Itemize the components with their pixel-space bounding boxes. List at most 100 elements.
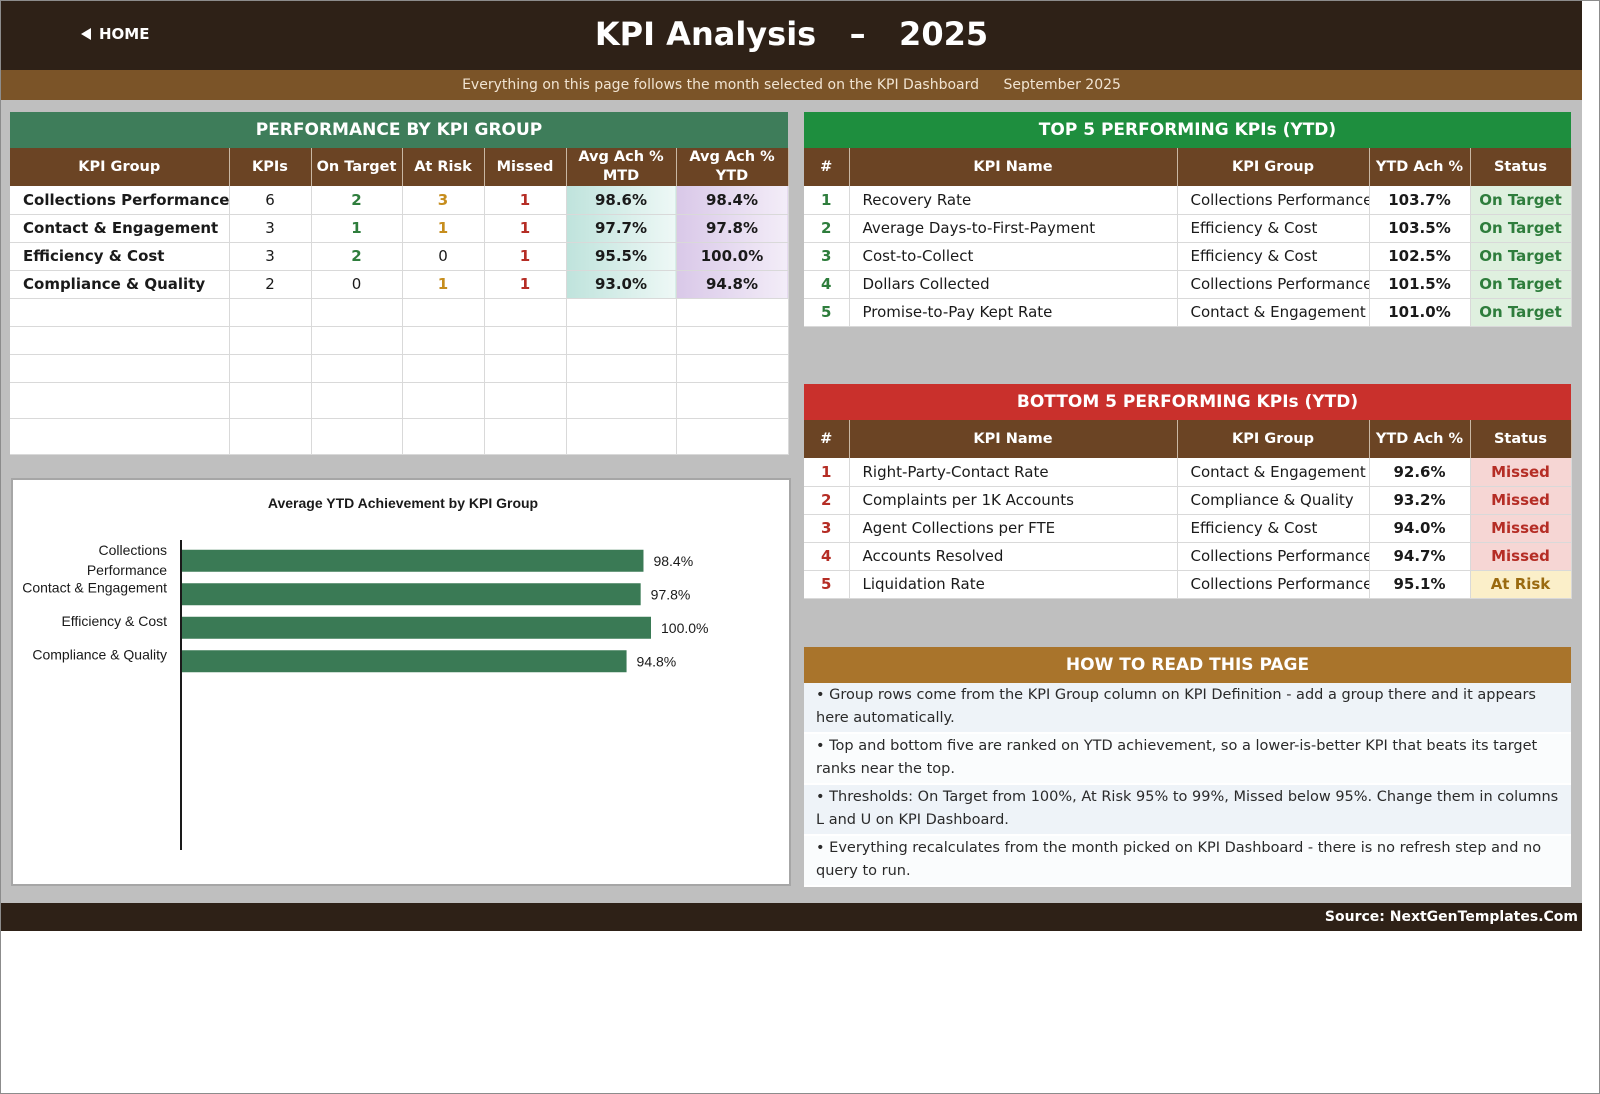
rank-cell: 1 (804, 458, 850, 487)
ytd-ach-cell: 101.5% (1369, 270, 1471, 299)
missed-cell: 1 (484, 270, 567, 299)
page-title: KPI Analysis – 2025 (594, 15, 989, 53)
top5-table: # KPI Name KPI Group YTD Ach % Status 1 … (804, 148, 1572, 327)
group-cell: Efficiency & Cost (10, 242, 230, 271)
kpi-group-cell: Efficiency & Cost (1177, 242, 1370, 271)
ytd-ach-cell: 101.0% (1369, 298, 1471, 327)
kpi-name-cell: Accounts Resolved (849, 542, 1178, 571)
col-header: # (804, 148, 850, 186)
group-cell: Compliance & Quality (10, 270, 230, 299)
col-header: YTD Ach % (1369, 420, 1471, 458)
table-row: 3 Cost-to-Collect Efficiency & Cost 102.… (804, 242, 1572, 271)
mtd-cell: 97.7% (566, 214, 677, 243)
kpis-cell: 3 (229, 242, 312, 271)
bottom5-table: # KPI Name KPI Group YTD Ach % Status 1 … (804, 420, 1572, 599)
sheet-background: HOME KPI Analysis – 2025 Everything on t… (1, 1, 1582, 931)
top5-title: TOP 5 PERFORMING KPIs (YTD) (804, 112, 1571, 148)
bottom5-panel: BOTTOM 5 PERFORMING KPIs (YTD) # KPI Nam… (804, 384, 1572, 599)
performance-table: KPI Group KPIs On Target At Risk Missed … (10, 148, 789, 455)
empty-row (10, 418, 789, 455)
status-badge: On Target (1470, 214, 1572, 243)
col-header: KPI Name (849, 148, 1178, 186)
col-header: KPIs (229, 148, 312, 186)
group-cell: Collections Performance (10, 186, 230, 215)
col-header: KPI Group (10, 148, 230, 186)
on-target-cell: 2 (311, 186, 403, 215)
howto-title: HOW TO READ THIS PAGE (804, 647, 1571, 683)
top5-header-row: # KPI Name KPI Group YTD Ach % Status (804, 148, 1572, 186)
table-row: Efficiency & Cost 3 2 0 1 95.5% 100.0% (10, 242, 789, 271)
ytd-ach-cell: 94.7% (1369, 542, 1471, 571)
kpi-group-cell: Efficiency & Cost (1177, 514, 1370, 543)
performance-title: PERFORMANCE BY KPI GROUP (10, 112, 788, 148)
missed-cell: 1 (484, 242, 567, 271)
status-badge: Missed (1470, 486, 1572, 515)
kpi-group-cell: Compliance & Quality (1177, 486, 1370, 515)
chart-category-label: Collections Performance (87, 542, 167, 578)
rank-cell: 3 (804, 242, 850, 271)
col-header: Status (1470, 148, 1572, 186)
howto-item: • Everything recalculates from the month… (804, 836, 1571, 887)
at-risk-cell: 3 (402, 186, 485, 215)
col-header: On Target (311, 148, 403, 186)
rank-cell: 5 (804, 570, 850, 599)
rank-cell: 3 (804, 514, 850, 543)
ytd-ach-cell: 92.6% (1369, 458, 1471, 487)
kpi-name-cell: Right-Party-Contact Rate (849, 458, 1178, 487)
rank-cell: 4 (804, 542, 850, 571)
table-row: 1 Recovery Rate Collections Performance … (804, 186, 1572, 215)
chart-bar (181, 650, 627, 673)
kpi-group-cell: Collections Performance (1177, 570, 1370, 599)
col-header: Avg Ach % YTD (676, 148, 789, 186)
table-row: 1 Right-Party-Contact Rate Contact & Eng… (804, 458, 1572, 487)
howto-item: • Group rows come from the KPI Group col… (804, 683, 1571, 734)
col-header: YTD Ach % (1369, 148, 1471, 186)
at-risk-cell: 1 (402, 270, 485, 299)
chart-bar (181, 583, 641, 606)
kpi-name-cell: Liquidation Rate (849, 570, 1178, 599)
ytd-cell: 94.8% (676, 270, 789, 299)
chart-category-label: Efficiency & Cost (61, 613, 167, 629)
col-header: At Risk (402, 148, 485, 186)
chart-bar (181, 616, 651, 639)
chart-data-label: 100.0% (661, 620, 708, 636)
kpi-group-cell: Contact & Engagement (1177, 298, 1370, 327)
table-row: 5 Promise-to-Pay Kept Rate Contact & Eng… (804, 298, 1572, 327)
rank-cell: 1 (804, 186, 850, 215)
mtd-cell: 93.0% (566, 270, 677, 299)
howto-item: • Top and bottom five are ranked on YTD … (804, 734, 1571, 785)
ytd-ach-cell: 103.7% (1369, 186, 1471, 215)
status-badge: On Target (1470, 270, 1572, 299)
kpi-name-cell: Complaints per 1K Accounts (849, 486, 1178, 515)
kpi-name-cell: Average Days-to-First-Payment (849, 214, 1178, 243)
empty-row (10, 382, 789, 419)
mtd-cell: 95.5% (566, 242, 677, 271)
table-row: 4 Accounts Resolved Collections Performa… (804, 542, 1572, 571)
ytd-ach-cell: 93.2% (1369, 486, 1471, 515)
footer-bar: Source: NextGenTemplates.Com (1, 903, 1582, 931)
col-header: Avg Ach % MTD (566, 148, 677, 186)
col-header: KPI Name (849, 420, 1178, 458)
kpi-name-cell: Promise-to-Pay Kept Rate (849, 298, 1178, 327)
col-header: Status (1470, 420, 1572, 458)
status-badge: Missed (1470, 542, 1572, 571)
table-row: 2 Complaints per 1K Accounts Compliance … (804, 486, 1572, 515)
ytd-cell: 100.0% (676, 242, 789, 271)
kpi-group-cell: Collections Performance (1177, 542, 1370, 571)
table-row: Contact & Engagement 3 1 1 1 97.7% 97.8% (10, 214, 789, 243)
rank-cell: 5 (804, 298, 850, 327)
rank-cell: 2 (804, 214, 850, 243)
chart-category-label: Compliance & Quality (32, 646, 167, 662)
status-badge: On Target (1470, 298, 1572, 327)
on-target-cell: 2 (311, 242, 403, 271)
col-header: # (804, 420, 850, 458)
col-header: Missed (484, 148, 567, 186)
table-row: Collections Performance 6 2 3 1 98.6% 98… (10, 186, 789, 215)
status-badge: At Risk (1470, 570, 1572, 599)
empty-row (10, 298, 789, 327)
howto-panel: HOW TO READ THIS PAGE • Group rows come … (804, 647, 1571, 887)
missed-cell: 1 (484, 214, 567, 243)
performance-panel: PERFORMANCE BY KPI GROUP KPI Group KPIs … (10, 112, 789, 455)
ytd-cell: 97.8% (676, 214, 789, 243)
missed-cell: 1 (484, 186, 567, 215)
